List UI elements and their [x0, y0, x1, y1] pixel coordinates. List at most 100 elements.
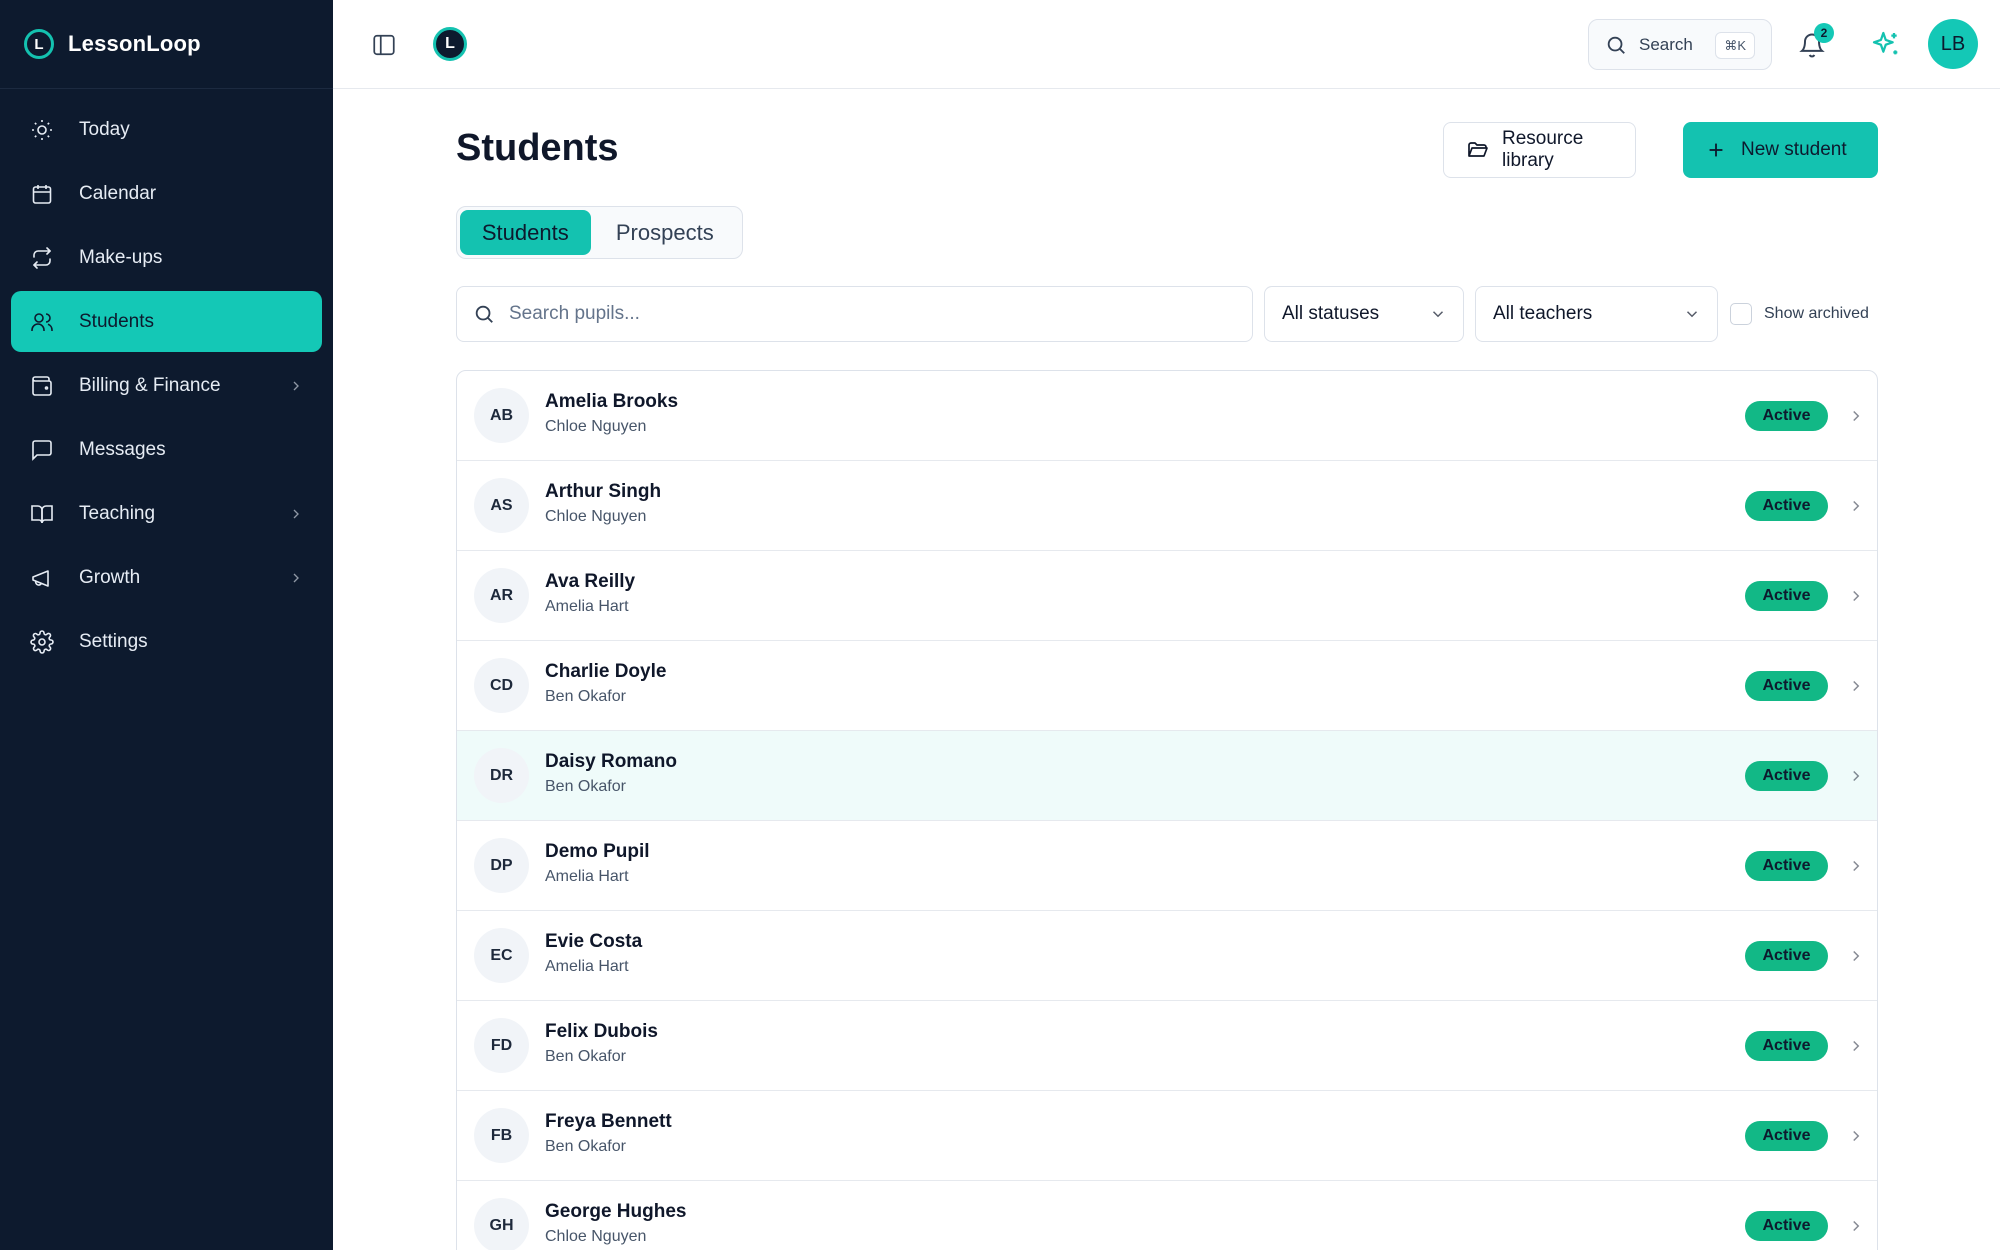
avatar: AB	[474, 388, 529, 443]
student-row[interactable]: AS Arthur Singh Chloe Nguyen Active	[457, 461, 1877, 551]
student-row[interactable]: FB Freya Bennett Ben Okafor Active	[457, 1091, 1877, 1181]
avatar: FD	[474, 1018, 529, 1073]
status-badge: Active	[1745, 671, 1828, 701]
avatar: FB	[474, 1108, 529, 1163]
teacher-filter-select[interactable]: All teachers	[1475, 286, 1718, 342]
chevron-right-icon	[1847, 407, 1865, 425]
student-name: Demo Pupil	[545, 841, 650, 862]
sparkle-icon[interactable]	[1870, 29, 1902, 61]
wallet-icon	[29, 373, 55, 399]
student-row[interactable]: FD Felix Dubois Ben Okafor Active	[457, 1001, 1877, 1091]
avatar: EC	[474, 928, 529, 983]
student-name: Evie Costa	[545, 931, 643, 952]
teacher-name: Chloe Nguyen	[545, 418, 647, 435]
student-row[interactable]: CD Charlie Doyle Ben Okafor Active	[457, 641, 1877, 731]
student-name: Daisy Romano	[545, 751, 677, 772]
status-badge: Active	[1745, 491, 1828, 521]
sidebar-nav: Today Calendar Make-ups Students Billing & F…	[0, 89, 333, 685]
sidebar-item-label: Make-ups	[79, 246, 163, 268]
teacher-name: Amelia Hart	[545, 868, 629, 885]
brand-name: LessonLoop	[68, 31, 201, 56]
sidebar-item-students[interactable]: Students	[11, 291, 322, 352]
student-list: AB Amelia Brooks Chloe Nguyen Active AS Arthu…	[456, 370, 1878, 1250]
sun-icon	[29, 117, 55, 143]
users-icon	[29, 309, 55, 335]
student-name: Felix Dubois	[545, 1021, 658, 1042]
teacher-name: Ben Okafor	[545, 1048, 626, 1065]
teacher-name: Amelia Hart	[545, 958, 629, 975]
sidebar-item-label: Teaching	[79, 502, 156, 524]
search-icon	[1605, 34, 1627, 56]
chevron-right-icon	[288, 506, 304, 522]
tab-prospects[interactable]: Prospects	[591, 210, 739, 255]
student-row[interactable]: AB Amelia Brooks Chloe Nguyen Active	[457, 371, 1877, 461]
chevron-down-icon	[1683, 305, 1701, 323]
user-avatar[interactable]: LB	[1928, 19, 1978, 69]
sidebar-item-label: Billing & Finance	[79, 374, 221, 396]
sidebar-item-label: Today	[79, 118, 130, 140]
teacher-name: Chloe Nguyen	[545, 508, 647, 525]
student-row[interactable]: DP Demo Pupil Amelia Hart Active	[457, 821, 1877, 911]
sidebar-item-teaching[interactable]: Teaching	[11, 483, 322, 544]
search-input[interactable]	[509, 303, 1209, 325]
sidebar-item-label: Growth	[79, 566, 141, 588]
tab-students[interactable]: Students	[460, 210, 591, 255]
app-root: L LessonLoop Today Calendar Make-ups Studen…	[0, 0, 2000, 1250]
chevron-right-icon	[288, 570, 304, 586]
new-student-label: New student	[1741, 139, 1847, 160]
sidebar-item-calendar[interactable]: Calendar	[11, 163, 322, 224]
sidebar-item-messages[interactable]: Messages	[11, 419, 322, 480]
brand[interactable]: L LessonLoop	[0, 0, 333, 89]
student-name: Freya Bennett	[545, 1111, 672, 1132]
avatar: DR	[474, 748, 529, 803]
chevron-right-icon	[1847, 587, 1865, 605]
chevron-right-icon	[1847, 1037, 1865, 1055]
student-row[interactable]: DR Daisy Romano Ben Okafor Active	[457, 731, 1877, 821]
sidebar-item-make-ups[interactable]: Make-ups	[11, 227, 322, 288]
student-name: George Hughes	[545, 1201, 687, 1222]
sidebar-item-settings[interactable]: Settings	[11, 611, 322, 672]
new-student-button[interactable]: New student	[1683, 122, 1878, 178]
shortcut-hint: ⌘K	[1715, 32, 1755, 59]
sidebar-item-label: Calendar	[79, 182, 157, 204]
sidebar-item-growth[interactable]: Growth	[11, 547, 322, 608]
sidebar-toggle-icon[interactable]	[371, 32, 397, 58]
chevron-right-icon	[1847, 947, 1865, 965]
chevron-right-icon	[1847, 857, 1865, 875]
student-row[interactable]: AR Ava Reilly Amelia Hart Active	[457, 551, 1877, 641]
gear-icon	[29, 629, 55, 655]
status-badge: Active	[1745, 851, 1828, 881]
teacher-name: Ben Okafor	[545, 1138, 626, 1155]
logo-icon: L	[24, 29, 54, 59]
sidebar-item-today[interactable]: Today	[11, 99, 322, 160]
show-archived-toggle[interactable]: Show archived	[1730, 303, 1869, 325]
chevron-right-icon	[1847, 677, 1865, 695]
student-row[interactable]: EC Evie Costa Amelia Hart Active	[457, 911, 1877, 1001]
status-badge: Active	[1745, 1031, 1828, 1061]
global-search-button[interactable]: Search ⌘K	[1588, 19, 1772, 70]
student-row[interactable]: GH George Hughes Chloe Nguyen Active	[457, 1181, 1877, 1250]
status-filter-select[interactable]: All statuses	[1264, 286, 1464, 342]
chevron-down-icon	[1429, 305, 1447, 323]
status-badge: Active	[1745, 761, 1828, 791]
status-badge: Active	[1745, 581, 1828, 611]
topbar: L Search ⌘K 2 LB	[333, 0, 2000, 89]
show-archived-checkbox[interactable]	[1730, 303, 1752, 325]
student-name: Amelia Brooks	[545, 391, 679, 412]
status-badge: Active	[1745, 401, 1828, 431]
logo-icon[interactable]: L	[433, 27, 467, 61]
search-icon	[473, 303, 495, 325]
resource-library-button[interactable]: Resource library	[1443, 122, 1636, 178]
logo-letter: L	[34, 35, 44, 53]
notification-badge: 2	[1814, 23, 1834, 43]
tabs: Students Prospects	[456, 206, 743, 259]
calendar-icon	[29, 181, 55, 207]
status-filter-value: All statuses	[1282, 303, 1380, 324]
chevron-right-icon	[288, 378, 304, 394]
plus-icon	[1705, 139, 1727, 161]
sidebar-item-billing[interactable]: Billing & Finance	[11, 355, 322, 416]
global-search-label: Search	[1639, 34, 1693, 54]
chevron-right-icon	[1847, 1127, 1865, 1145]
folder-open-icon	[1466, 138, 1490, 162]
teacher-name: Chloe Nguyen	[545, 1228, 647, 1245]
